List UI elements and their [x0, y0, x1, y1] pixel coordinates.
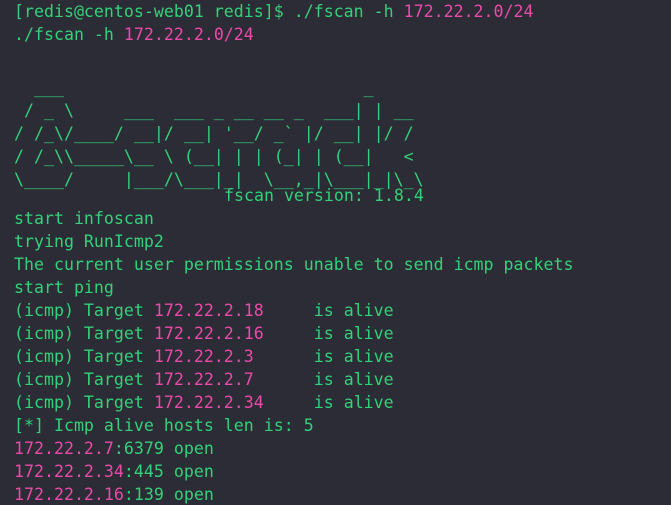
- port-ip: 172.22.2.16: [14, 485, 124, 504]
- icmp-prefix: (icmp) Target: [14, 393, 154, 412]
- icmp-ip: 172.22.2.7: [153, 370, 254, 389]
- port-open: :139 open: [123, 485, 214, 504]
- icmp-line: (icmp) Target 172.22.2.18 is alive: [14, 299, 394, 322]
- icmp-ip: 172.22.2.34: [153, 393, 264, 412]
- icmp-ip: 172.22.2.3: [153, 347, 254, 366]
- terminal-window[interactable]: [redis@centos-web01 redis]$ ./fscan -h 1…: [0, 0, 671, 505]
- icmp-prefix: (icmp) Target: [14, 301, 154, 320]
- icmp-prefix: (icmp) Target: [14, 347, 154, 366]
- message-line: start infoscan: [14, 209, 154, 228]
- icmp-pad: [254, 347, 314, 366]
- icmp-ip: 172.22.2.16: [153, 324, 264, 343]
- port-open: :6379 open: [113, 439, 214, 458]
- prompt-ip: 172.22.2.0/24: [403, 2, 534, 21]
- icmp-pad: [254, 370, 314, 389]
- prompt-text: [redis@centos-web01 redis]$ ./fscan -h: [14, 2, 404, 21]
- echo-line: ./fscan -h 172.22.2.0/24: [14, 23, 254, 46]
- icmp-prefix: (icmp) Target: [14, 370, 154, 389]
- summary-line: [*] Icmp alive hosts len is: 5: [14, 416, 314, 435]
- icmp-status: is alive: [313, 301, 394, 320]
- icmp-ip: 172.22.2.18: [153, 301, 264, 320]
- icmp-pad: [264, 324, 314, 343]
- port-ip: 172.22.2.7: [14, 439, 114, 458]
- icmp-status: is alive: [313, 347, 394, 366]
- banner-line: / /_\/____/ __|/ __| '__/ _` |/ __| |/ /: [14, 124, 414, 143]
- icmp-status: is alive: [313, 370, 394, 389]
- port-ip: 172.22.2.34: [14, 462, 124, 481]
- icmp-prefix: (icmp) Target: [14, 324, 154, 343]
- port-line: 172.22.2.34:445 open: [14, 460, 214, 483]
- banner-line: / /_\\_____\__ \ (__| | | (_| | (__| <: [14, 147, 414, 166]
- banner-line: / _ \ ___ ___ _ __ __ _ ___| | __: [14, 101, 414, 120]
- icmp-line: (icmp) Target 172.22.2.7 is alive: [14, 368, 394, 391]
- icmp-status: is alive: [313, 324, 394, 343]
- prompt-line: [redis@centos-web01 redis]$ ./fscan -h 1…: [14, 0, 534, 23]
- icmp-line: (icmp) Target 172.22.2.3 is alive: [14, 345, 394, 368]
- message-line: trying RunIcmp2: [14, 232, 164, 251]
- port-open: :445 open: [123, 462, 214, 481]
- icmp-line: (icmp) Target 172.22.2.16 is alive: [14, 322, 394, 345]
- message-line: The current user permissions unable to s…: [14, 255, 574, 274]
- echo-ip: 172.22.2.0/24: [123, 25, 254, 44]
- echo-text: ./fscan -h: [14, 25, 124, 44]
- message-line: start ping: [14, 278, 114, 297]
- version-text: fscan version: 1.8.4: [224, 186, 424, 205]
- icmp-pad: [264, 301, 314, 320]
- port-line: 172.22.2.7:6379 open: [14, 437, 214, 460]
- icmp-pad: [264, 393, 314, 412]
- banner-line: ___ _: [14, 78, 374, 97]
- icmp-status: is alive: [313, 393, 394, 412]
- icmp-line: (icmp) Target 172.22.2.34 is alive: [14, 391, 394, 414]
- port-line: 172.22.2.16:139 open: [14, 483, 214, 505]
